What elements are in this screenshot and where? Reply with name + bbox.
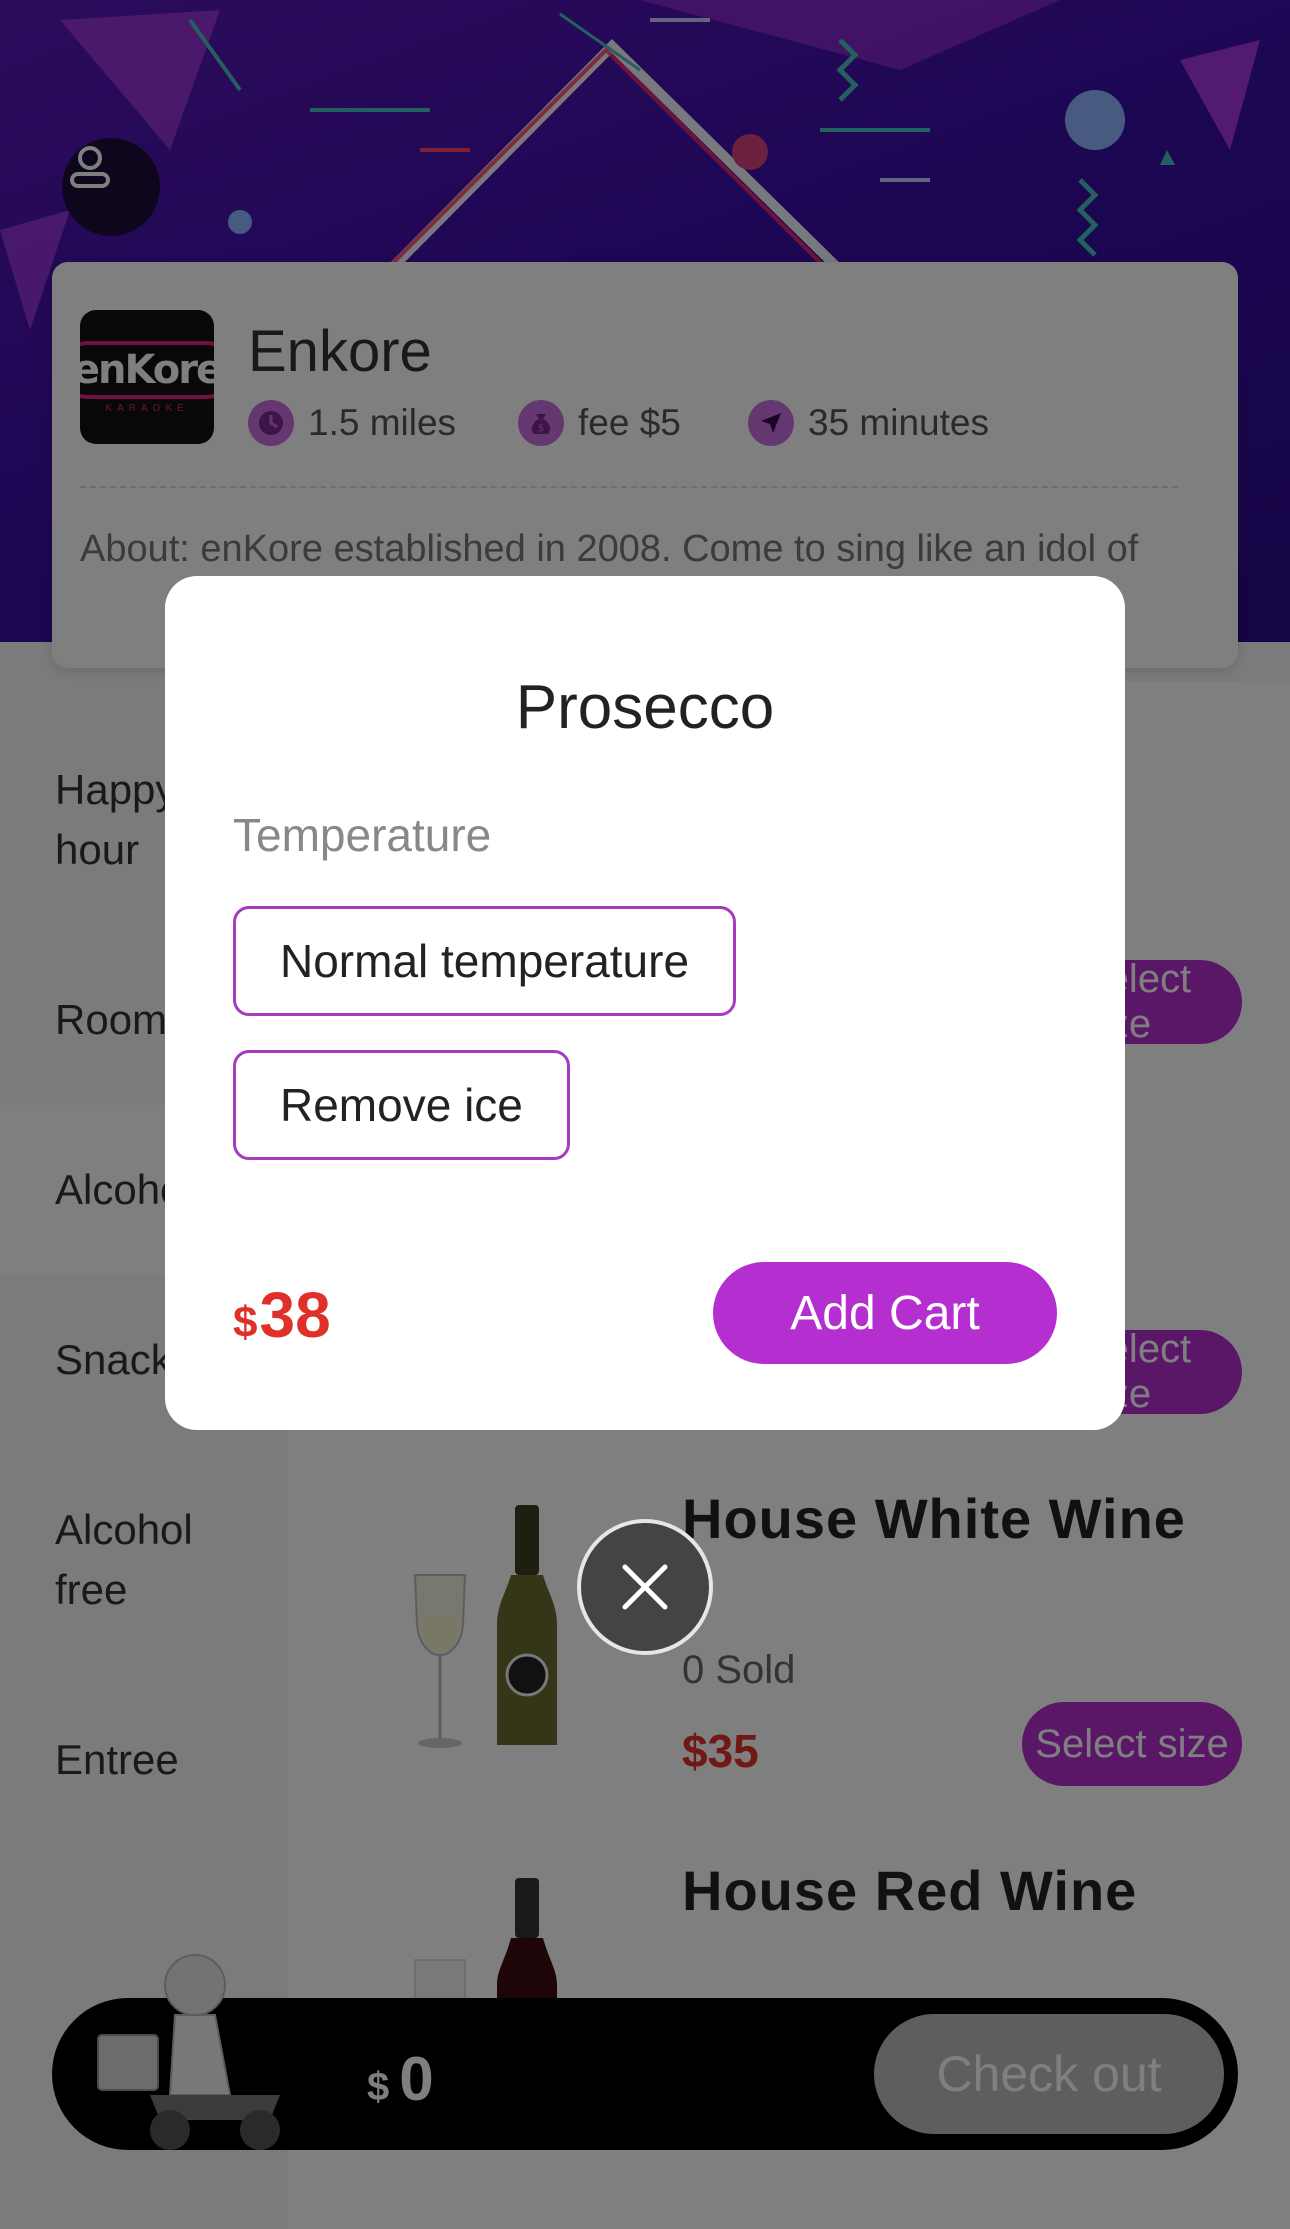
dialog-title: Prosecco: [515, 673, 775, 742]
product-options-dialog: Prosecco Temperature Normal temperature …: [165, 576, 1125, 1430]
spec-label-temperature: Temperature: [233, 809, 492, 861]
option-remove-ice[interactable]: Remove ice: [233, 1050, 570, 1160]
close-icon: [622, 1564, 668, 1610]
dialog-price-currency: $: [233, 1298, 258, 1347]
option-normal-temperature[interactable]: Normal temperature: [233, 906, 737, 1016]
dialog-price: $ 38: [233, 1278, 331, 1352]
close-dialog-button[interactable]: [577, 1519, 713, 1655]
dialog-price-amount: 38: [259, 1279, 331, 1351]
add-cart-button[interactable]: Add Cart: [713, 1262, 1057, 1364]
